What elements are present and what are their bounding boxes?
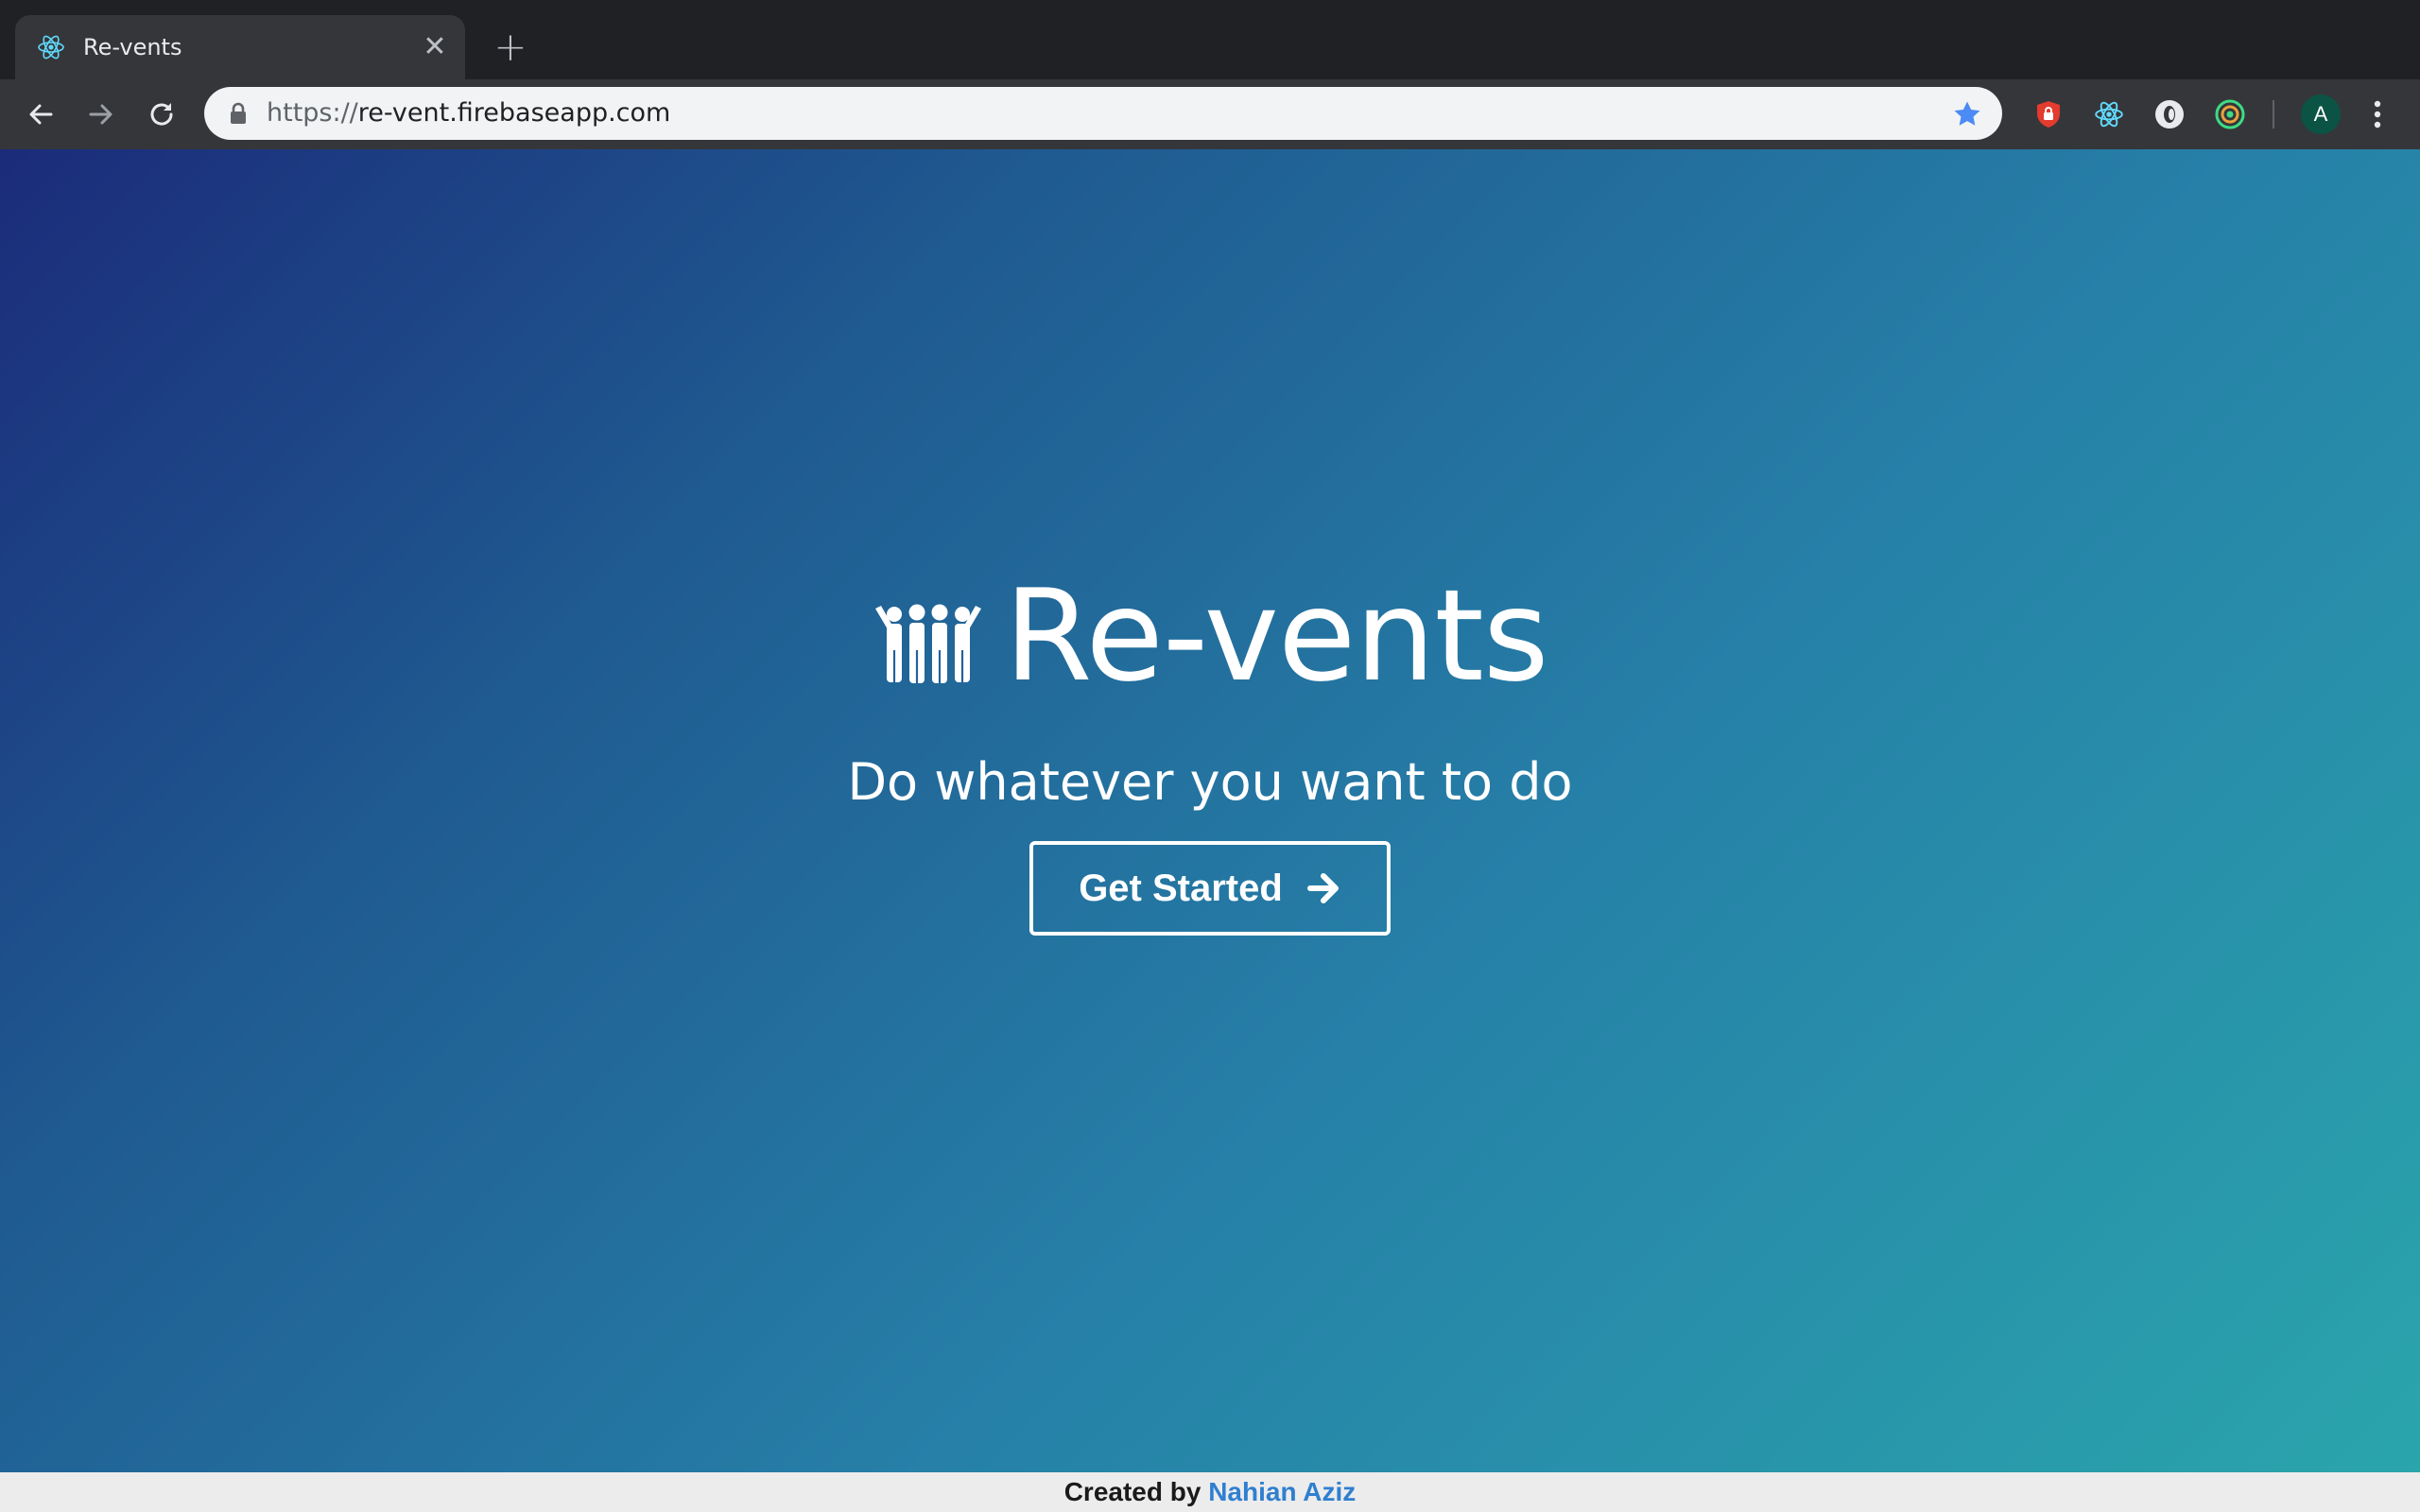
shield-extension-icon[interactable] (2031, 96, 2066, 132)
url-text: https://re-vent.firebaseapp.com (267, 87, 670, 140)
back-button[interactable] (21, 94, 60, 134)
browser-toolbar: https://re-vent.firebaseapp.com A (0, 79, 2420, 149)
app-title: Re-vents (1004, 562, 1548, 710)
tagline: Do whatever you want to do (847, 752, 1573, 812)
tab-strip: Re-vents ✕ + (0, 0, 2420, 79)
author-link[interactable]: Nahian Aziz (1208, 1477, 1356, 1506)
react-atom-icon (38, 35, 64, 60)
circle-extension-icon[interactable] (2152, 96, 2187, 132)
target-extension-icon[interactable] (2212, 96, 2248, 132)
users-group-icon (875, 604, 982, 683)
profile-avatar[interactable]: A (2301, 94, 2341, 134)
url-scheme: https:// (267, 98, 358, 128)
tab-title: Re-vents (83, 34, 182, 60)
get-started-label: Get Started (1079, 867, 1283, 909)
get-started-button[interactable]: Get Started (1029, 841, 1391, 936)
page-viewport: Re-vents Do whatever you want to do Get … (0, 149, 2420, 1472)
reload-button[interactable] (142, 94, 182, 134)
close-icon[interactable]: ✕ (420, 32, 450, 62)
hero-section: Re-vents Do whatever you want to do Get … (0, 565, 2420, 936)
forward-button[interactable] (81, 94, 121, 134)
address-bar[interactable]: https://re-vent.firebaseapp.com (204, 87, 2002, 140)
page-footer: Created by Nahian Aziz (0, 1472, 2420, 1512)
footer-prefix: Created by (1063, 1477, 1201, 1506)
reload-icon (150, 103, 173, 126)
new-tab-button[interactable]: + (492, 27, 529, 67)
target-icon (2215, 99, 2245, 129)
browser-tab[interactable]: Re-vents ✕ (15, 15, 465, 79)
url-host: re-vent.firebaseapp.com (357, 98, 671, 128)
react-devtools-icon[interactable] (2091, 96, 2127, 132)
circle-icon (2155, 100, 2184, 129)
react-atom-icon (2095, 101, 2123, 128)
more-vert-icon[interactable] (2363, 94, 2392, 134)
arrow-right-icon (89, 104, 112, 125)
brand-heading: Re-vents (872, 562, 1549, 710)
shield-icon (2037, 101, 2060, 128)
toolbar-divider (2273, 100, 2274, 129)
arrow-right-icon (1306, 873, 1339, 903)
bookmark-star-icon[interactable] (1951, 98, 1983, 130)
lock-icon (231, 102, 246, 124)
arrow-left-icon (29, 104, 53, 125)
